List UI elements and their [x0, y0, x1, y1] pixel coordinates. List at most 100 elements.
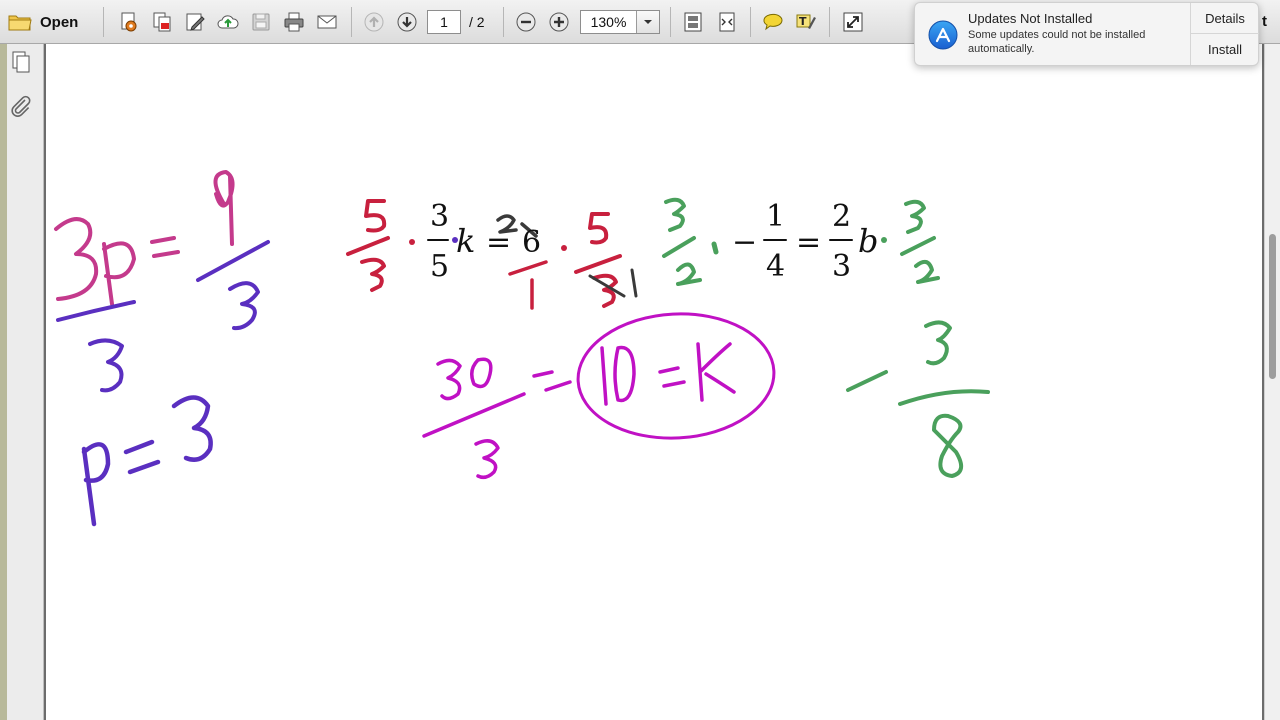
ink-right-problem	[662, 197, 990, 478]
upload-button[interactable]	[215, 9, 241, 35]
ink-stroke	[56, 300, 136, 322]
toolbar-separator	[829, 7, 830, 37]
toolbar-separator	[750, 7, 751, 37]
ink-stroke	[474, 439, 500, 480]
page-total: / 2	[469, 14, 485, 30]
eq1-equals: =	[486, 225, 511, 260]
plus-circle-icon	[549, 12, 569, 32]
details-button[interactable]: Details	[1191, 3, 1259, 34]
ink-stroke	[658, 366, 686, 388]
eq1-variable: k	[456, 222, 475, 260]
fit-page-button[interactable]	[680, 9, 706, 35]
cloud-upload-icon	[217, 15, 239, 29]
ink-stroke	[846, 370, 888, 392]
gear-document-icon	[121, 12, 137, 32]
arrow-up-circle-icon	[364, 12, 384, 32]
ink-stroke	[904, 199, 926, 234]
speech-bubble-icon	[763, 13, 783, 31]
ink-stroke	[422, 392, 526, 438]
ink-stroke	[346, 236, 390, 256]
ink-stroke	[213, 170, 235, 246]
toolbar-separator	[351, 7, 352, 37]
arrow-down-circle-icon	[397, 12, 417, 32]
text-highlight-icon: T	[796, 14, 816, 29]
toolbar-separator	[103, 7, 104, 37]
ink-stroke	[696, 342, 736, 402]
previous-page-button[interactable]	[361, 9, 387, 35]
ink-stroke	[171, 395, 213, 462]
eq2-variable: b	[858, 222, 878, 260]
paperclip-icon[interactable]	[9, 94, 33, 118]
highlight-text-button[interactable]: T	[793, 9, 819, 35]
ink-stroke	[436, 358, 462, 401]
ink-stroke	[900, 236, 936, 256]
notification-title: Updates Not Installed	[968, 11, 1093, 26]
ink-stroke	[88, 338, 124, 393]
typed-equation-1: 3 5 k = 6	[427, 199, 541, 284]
expand-arrows-icon	[843, 12, 863, 32]
ink-stroke	[932, 413, 964, 478]
ink-stroke	[664, 197, 686, 232]
ink-stroke	[360, 257, 386, 292]
fit-page-icon	[684, 12, 702, 32]
ink-stroke	[574, 254, 622, 274]
ink-dot	[561, 245, 567, 251]
ink-stroke	[196, 240, 270, 282]
ink-stroke	[150, 236, 180, 258]
envelope-icon	[317, 15, 337, 29]
ink-stroke	[600, 345, 636, 406]
next-page-button[interactable]	[394, 9, 420, 35]
install-button[interactable]: Install	[1191, 34, 1259, 65]
eq2-numerator-2: 2	[832, 199, 851, 234]
ink-left-problem	[54, 170, 270, 527]
eq2-denominator-2: 3	[832, 249, 851, 284]
toolbar-overflow-text: t	[1262, 13, 1267, 30]
toolbar-separator	[503, 7, 504, 37]
combine-files-button[interactable]	[149, 9, 175, 35]
ink-stroke	[123, 439, 161, 475]
floppy-disk-icon	[252, 13, 270, 31]
zoom-select[interactable]: 130%	[580, 10, 660, 34]
printer-icon	[284, 12, 304, 32]
eq1-denominator: 5	[430, 249, 449, 284]
zoom-value: 130%	[590, 14, 627, 30]
ink-stroke	[228, 281, 260, 331]
comment-button[interactable]	[760, 9, 786, 35]
zoom-in-button[interactable]	[546, 9, 572, 35]
ink-stroke	[924, 320, 952, 366]
ink-stroke	[508, 260, 548, 276]
print-button[interactable]	[281, 9, 307, 35]
handwritten-ink-canvas: 3 5 k = 6 − 1 4 = 2 3 b	[54, 170, 990, 527]
update-notification: Updates Not Installed Some updates could…	[914, 2, 1259, 66]
folder-icon	[8, 15, 32, 31]
zoom-out-button[interactable]	[513, 9, 539, 35]
fullscreen-button[interactable]	[840, 9, 866, 35]
email-button[interactable]	[314, 9, 340, 35]
typed-equation-2: − 1 4 = 2 3 b	[732, 199, 878, 284]
edit-pencil-icon	[186, 13, 205, 31]
eq2-denominator-1: 4	[766, 249, 785, 284]
page-number-input[interactable]	[427, 10, 461, 34]
chevron-down-icon[interactable]	[636, 11, 659, 33]
create-pdf-button[interactable]	[116, 9, 142, 35]
notification-actions: Details Install	[1190, 3, 1259, 65]
fit-width-button[interactable]	[714, 9, 740, 35]
ink-stroke	[711, 241, 719, 255]
open-label: Open	[40, 13, 79, 31]
open-button[interactable]: Open	[8, 9, 78, 35]
document-page[interactable]: 3 5 k = 6 − 1 4 = 2 3 b	[46, 44, 1262, 720]
toolbar-separator	[670, 7, 671, 37]
save-button[interactable]	[248, 9, 274, 35]
vertical-scrollbar[interactable]	[1264, 44, 1280, 720]
ink-stroke	[914, 259, 940, 284]
navigation-pane	[0, 44, 44, 720]
pages-panel-icon[interactable]	[9, 50, 33, 74]
ink-stroke	[588, 212, 610, 245]
eq1-rhs: 6	[522, 225, 541, 260]
eq1-numerator: 3	[430, 199, 449, 234]
eq2-equals: =	[796, 225, 821, 260]
scrollbar-thumb[interactable]	[1269, 234, 1276, 379]
ink-stroke	[676, 262, 702, 286]
edit-button[interactable]	[182, 9, 208, 35]
ink-stroke	[364, 199, 387, 233]
